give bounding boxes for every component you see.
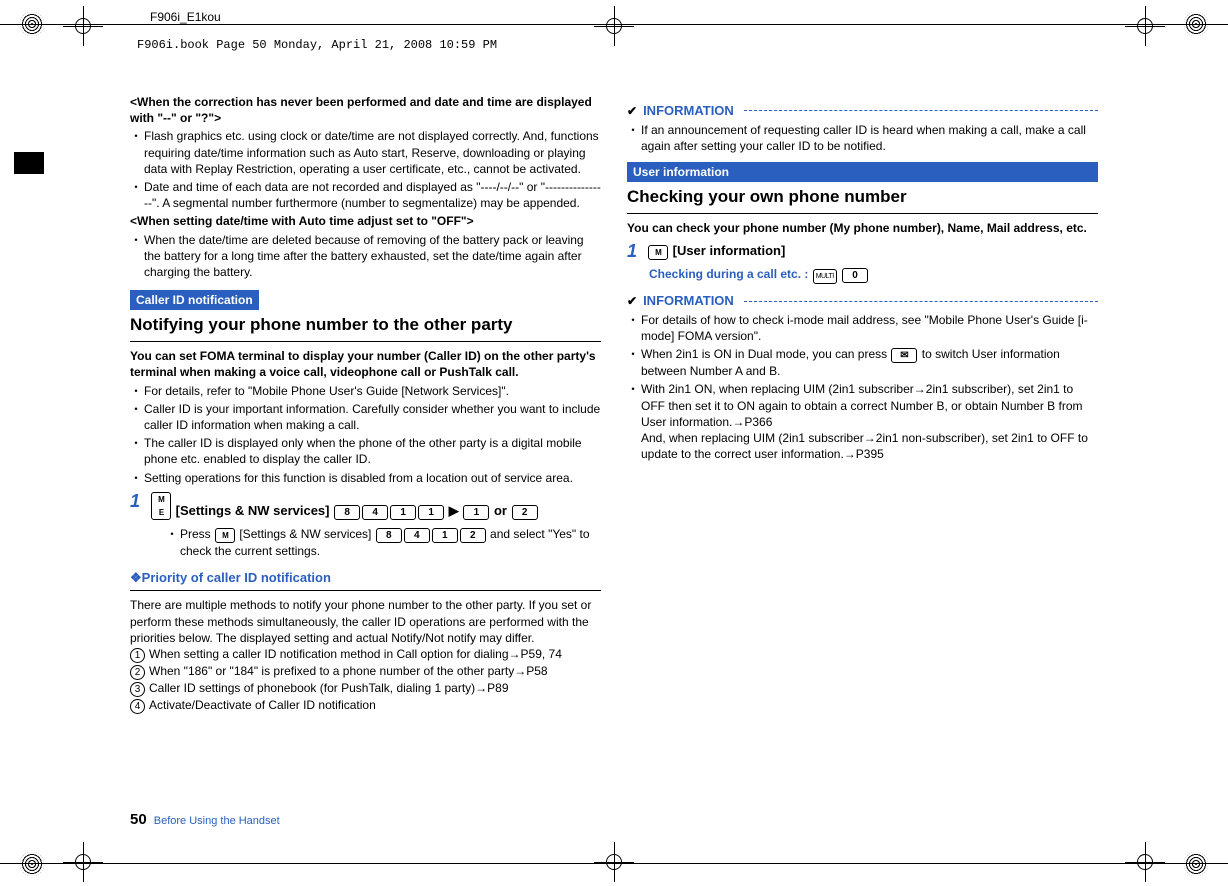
page-footer: 50 Before Using the Handset	[130, 810, 280, 830]
flash-graphics-note: Flash graphics etc. using clock or date/…	[144, 128, 601, 177]
circled-4-icon: 4	[130, 699, 145, 714]
menu-key-icon: M	[215, 528, 235, 543]
circled-3-icon: 3	[130, 682, 145, 697]
key-2: 2	[512, 505, 538, 520]
bullet-dot: ・	[130, 383, 144, 399]
info2-bullet-3: With 2in1 ON, when replacing UIM (2in1 s…	[641, 381, 1098, 462]
key-1: 1	[432, 528, 458, 543]
bullet-dot: ・	[130, 128, 144, 177]
caller-bullet-4: Setting operations for this function is …	[144, 470, 601, 486]
page-number: 50	[130, 811, 147, 828]
check-icon: ✔	[627, 103, 637, 119]
caller-id-title: Notifying your phone number to the other…	[130, 314, 601, 337]
crop-line	[0, 24, 1228, 27]
priority-heading: ❖Priority of caller ID notification	[130, 569, 601, 587]
caller-intro: You can set FOMA terminal to display you…	[130, 348, 601, 380]
info1-bullet: If an announcement of requesting caller …	[641, 122, 1098, 154]
registration-mark	[1184, 852, 1208, 876]
bullet-dot: ・	[627, 122, 641, 154]
bullet-dot: ・	[166, 526, 180, 559]
rule-line	[130, 341, 601, 342]
bullet-dot: ・	[130, 435, 144, 467]
key-0: 0	[842, 268, 868, 283]
caller-bullet-3: The caller ID is displayed only when the…	[144, 435, 601, 467]
crop-line	[0, 863, 1228, 864]
caller-id-band: Caller ID notification	[130, 290, 259, 310]
information-header: ✔ INFORMATION	[627, 102, 1098, 120]
when-uncorrected-heading: <When the correction has never been perf…	[130, 94, 601, 126]
bullet-dot: ・	[627, 312, 641, 344]
caller-bullet-2: Caller ID is your important information.…	[144, 401, 601, 433]
information-label: INFORMATION	[643, 292, 734, 310]
key-2: 2	[460, 528, 486, 543]
priority-item-4: Activate/Deactivate of Caller ID notific…	[149, 698, 376, 712]
arrow-icon: ▶	[449, 503, 459, 518]
menu-key-icon: M	[648, 245, 668, 260]
dash-line	[744, 301, 1098, 302]
circled-2-icon: 2	[130, 665, 145, 680]
when-off-note: When the date/time are deleted because o…	[144, 232, 601, 281]
caller-bullet-1: For details, refer to "Mobile Phone User…	[144, 383, 601, 399]
step1-sub: Press M [Settings & NW services] 8412 an…	[180, 526, 601, 559]
info2-bullet-1: For details of how to check i-mode mail …	[641, 312, 1098, 344]
crop-mark	[594, 842, 634, 882]
checking-during-call: Checking during a call etc. : MULTI 0	[649, 266, 1098, 284]
key-1: 1	[418, 505, 444, 520]
circled-1-icon: 1	[130, 648, 145, 663]
bullet-dot: ・	[627, 381, 641, 462]
step-number: 1	[130, 492, 142, 520]
information-label: INFORMATION	[643, 102, 734, 120]
key-8: 8	[376, 528, 402, 543]
date-not-recorded-note: Date and time of each data are not recor…	[144, 179, 601, 211]
doc-header: F906i_E1kou	[150, 10, 221, 24]
key-4: 4	[362, 505, 388, 520]
key-4: 4	[404, 528, 430, 543]
diamond-icon: ❖	[130, 570, 142, 585]
dash-line	[744, 110, 1098, 111]
right-column: ✔ INFORMATION ・ If an announcement of re…	[627, 94, 1098, 836]
key-8: 8	[334, 505, 360, 520]
book-header: F906i.book Page 50 Monday, April 21, 200…	[137, 38, 497, 52]
bullet-dot: ・	[130, 470, 144, 486]
information-header-2: ✔ INFORMATION	[627, 292, 1098, 310]
bullet-dot: ・	[627, 346, 641, 379]
key-1: 1	[390, 505, 416, 520]
bullet-dot: ・	[130, 232, 144, 281]
registration-mark	[20, 852, 44, 876]
side-tab	[14, 152, 44, 174]
crop-mark	[63, 842, 103, 882]
or-label: or	[494, 503, 511, 518]
step-1: 1 ME [Settings & NW services] 8411 ▶ 1 o…	[130, 492, 601, 520]
multi-key-icon: MULTI	[813, 269, 837, 284]
step1-right-text: [User information]	[669, 243, 785, 258]
step-number: 1	[627, 242, 639, 260]
info2-bullet-2: When 2in1 is ON in Dual mode, you can pr…	[641, 346, 1098, 379]
bullet-dot: ・	[130, 179, 144, 211]
priority-item-2: When "186" or "184" is prefixed to a pho…	[149, 664, 548, 678]
mail-key-icon: ✉	[891, 348, 917, 363]
key-1: 1	[463, 505, 489, 520]
rule-line	[130, 590, 601, 591]
when-off-heading: <When setting date/time with Auto time a…	[130, 213, 601, 229]
user-info-title: Checking your own phone number	[627, 186, 1098, 209]
user-info-intro: You can check your phone number (My phon…	[627, 220, 1098, 236]
footer-section: Before Using the Handset	[154, 815, 280, 827]
priority-item-3: Caller ID settings of phonebook (for Pus…	[149, 681, 509, 695]
rule-line	[627, 213, 1098, 214]
check-icon: ✔	[627, 293, 637, 309]
bullet-dot: ・	[130, 401, 144, 433]
priority-item-1: When setting a caller ID notification me…	[149, 647, 562, 661]
menu-key-icon: ME	[151, 492, 171, 520]
crop-mark	[1125, 842, 1165, 882]
left-column: <When the correction has never been perf…	[130, 94, 601, 836]
step-1-right: 1 M [User information]	[627, 242, 1098, 260]
priority-body: There are multiple methods to notify you…	[130, 597, 601, 646]
user-information-band: User information	[627, 162, 1098, 182]
step1-text: [Settings & NW services]	[172, 503, 333, 518]
